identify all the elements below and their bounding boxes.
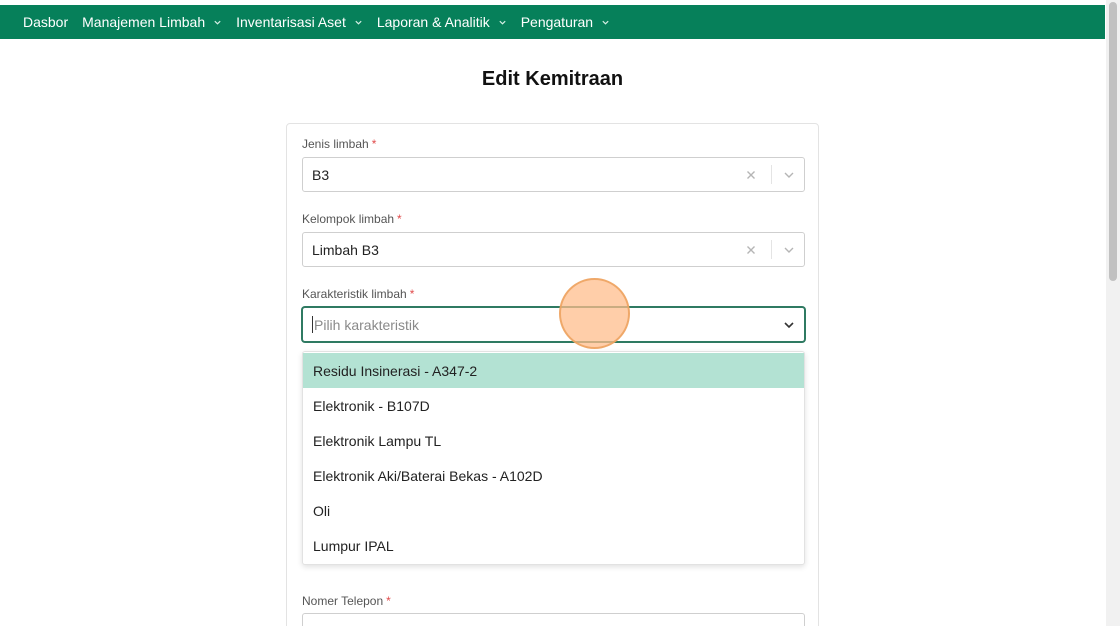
text-caret: [312, 316, 313, 333]
dropdown-option[interactable]: Elektronik - B107D: [303, 388, 804, 423]
chevron-down-icon: [213, 18, 222, 27]
chevron-down-icon[interactable]: [782, 318, 795, 331]
clear-icon[interactable]: [745, 169, 757, 181]
dropdown-option[interactable]: Lumpur IPAL: [303, 528, 804, 563]
chevron-down-icon: [498, 18, 507, 27]
chevron-down-icon: [354, 18, 363, 27]
dropdown-option[interactable]: Oli: [303, 493, 804, 528]
nav-item-label: Inventarisasi Aset: [236, 14, 346, 30]
nav-item-label: Laporan & Analitik: [376, 14, 490, 30]
top-navbar: Dasbor Manajemen Limbah Inventarisasi As…: [0, 5, 1105, 39]
required-mark: *: [409, 287, 415, 301]
page-title: Edit Kemitraan: [481, 68, 624, 90]
indicator-separator: [771, 240, 772, 259]
select-placeholder[interactable]: Pilih karakteristik: [314, 317, 782, 333]
field-label-text: Jenis limbah: [302, 137, 369, 151]
dropdown-option[interactable]: Elektronik Aki/Baterai Bekas - A102D: [303, 458, 804, 493]
karakteristik-limbah-label: Karakteristik limbah *: [302, 287, 414, 301]
field-label-text: Karakteristik limbah: [302, 287, 407, 301]
indicator-separator: [771, 165, 772, 184]
nav-item-label: Dasbor: [23, 14, 69, 30]
nav-item-manajemen-limbah[interactable]: Manajemen Limbah: [82, 14, 222, 30]
karakteristik-limbah-select[interactable]: Pilih karakteristik: [302, 307, 805, 342]
required-mark: *: [397, 212, 402, 226]
page-scrollbar[interactable]: [1106, 0, 1120, 626]
nav-item-pengaturan[interactable]: Pengaturan: [521, 14, 610, 30]
required-mark: *: [386, 594, 391, 608]
dropdown-option[interactable]: Elektronik Lampu TL: [303, 423, 804, 458]
kelompok-limbah-label: Kelompok limbah *: [302, 212, 402, 226]
nav-item-laporan-analitik[interactable]: Laporan & Analitik: [377, 14, 507, 30]
chevron-down-icon[interactable]: [782, 168, 795, 181]
jenis-limbah-select[interactable]: B3: [302, 157, 805, 192]
required-mark: *: [371, 137, 377, 151]
kelompok-limbah-select[interactable]: Limbah B3: [302, 232, 805, 267]
nav-item-inventarisasi-aset[interactable]: Inventarisasi Aset: [236, 14, 363, 30]
chevron-down-icon[interactable]: [782, 243, 795, 256]
karakteristik-dropdown-menu: Residu Insinerasi - A347-2 Elektronik - …: [302, 351, 805, 565]
chevron-down-icon: [601, 18, 610, 27]
select-value: B3: [312, 166, 330, 183]
field-label-text: Kelompok limbah: [302, 212, 395, 226]
jenis-limbah-label: Jenis limbah *: [302, 137, 376, 151]
clear-icon[interactable]: [745, 244, 757, 256]
field-label-text: Nomer Telepon: [302, 594, 384, 608]
nav-item-dasbor[interactable]: Dasbor: [23, 14, 68, 30]
nav-item-label: Pengaturan: [520, 14, 594, 30]
select-value: Limbah B3: [312, 241, 379, 258]
scrollbar-thumb[interactable]: [1109, 2, 1117, 281]
dropdown-option[interactable]: Residu Insinerasi - A347-2: [303, 353, 804, 388]
nomer-telepon-input[interactable]: [302, 613, 805, 626]
nav-item-label: Manajemen Limbah: [82, 14, 206, 30]
nomer-telepon-label: Nomer Telepon *: [302, 594, 391, 608]
form-card: Jenis limbah * B3 Kelompok limbah * Limbah…: [286, 123, 819, 626]
